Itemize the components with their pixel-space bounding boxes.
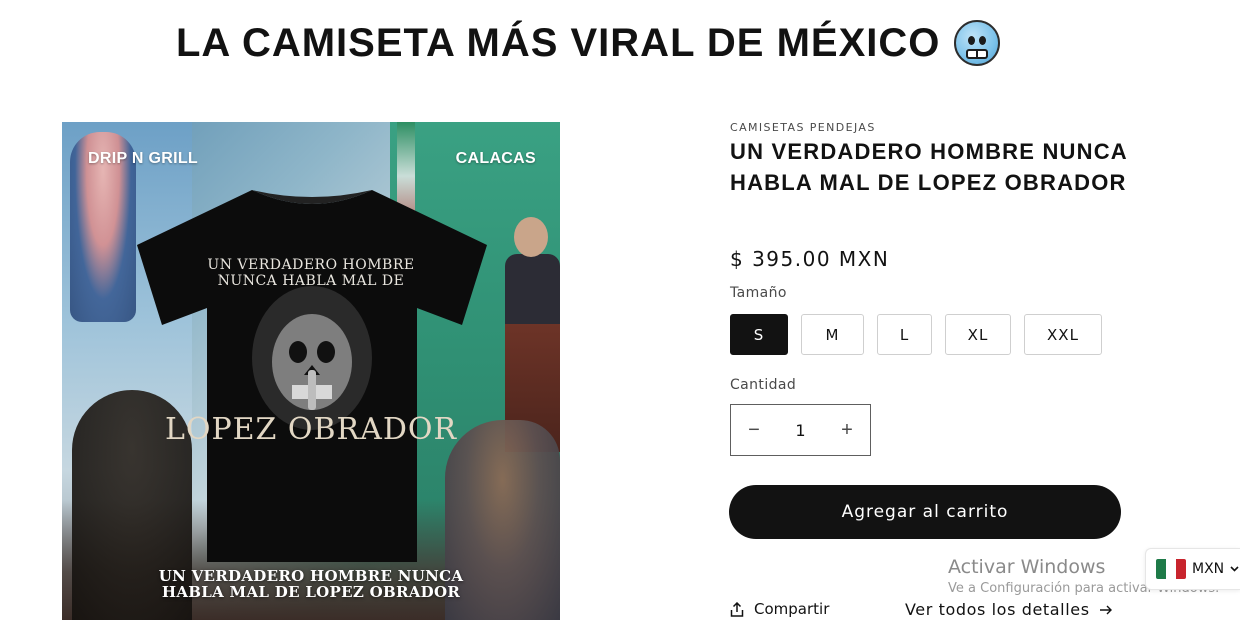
image-caption: UN VERDADERO HOMBRE NUNCA HABLA MAL DE L… (62, 568, 560, 600)
tshirt-text-top: UN VERDADERO HOMBRE NUNCA HABLA MAL DE (62, 257, 560, 289)
banner-title: LA CAMISETA MÁS VIRAL DE MÉXICO (176, 20, 941, 65)
tshirt-graphic (137, 190, 487, 562)
share-icon (730, 601, 744, 617)
quantity-label: Cantidad (730, 377, 797, 393)
quantity-input[interactable]: 1 (777, 421, 824, 440)
size-option-xxl[interactable]: XXL (1024, 314, 1102, 355)
size-option-s[interactable]: S (730, 314, 788, 355)
view-details-label: Ver todos los detalles (905, 600, 1090, 619)
quantity-decrease-button[interactable]: − (731, 405, 777, 455)
product-vendor: CAMISETAS PENDEJAS (730, 121, 876, 134)
product-price: $ 395.00 MXN (730, 247, 890, 271)
product-title: UN VERDADERO HOMBRE NUNCA HABLA MAL DE L… (730, 139, 1128, 195)
product-image[interactable]: DRIP N GRILL CALACAS UN VERDADERO HOMBRE… (62, 122, 560, 620)
mexico-flag-icon (1156, 559, 1186, 579)
share-button[interactable]: Compartir (730, 600, 829, 618)
image-tag-left: DRIP N GRILL (88, 150, 198, 167)
cold-face-emoji-icon (954, 20, 1001, 66)
image-caption-line1: UN VERDADERO HOMBRE NUNCA (158, 567, 464, 585)
size-option-m[interactable]: M (801, 314, 864, 355)
currency-code: MXN (1192, 561, 1225, 577)
image-tag-right: CALACAS (455, 150, 536, 167)
quantity-increase-button[interactable]: + (824, 405, 870, 455)
tshirt-text-big: LOPEZ OBRADOR (164, 412, 458, 447)
add-to-cart-button[interactable]: Agregar al carrito (729, 485, 1121, 539)
size-label: Tamaño (730, 285, 787, 301)
arrow-right-icon (1099, 605, 1112, 614)
quantity-stepper: − 1 + (730, 404, 871, 456)
page-banner: LA CAMISETA MÁS VIRAL DE MÉXICO (176, 18, 1001, 68)
view-details-link[interactable]: Ver todos los detalles (905, 600, 1112, 619)
share-label: Compartir (754, 600, 830, 618)
size-option-l[interactable]: L (877, 314, 932, 355)
image-caption-line2: HABLA MAL DE LOPEZ OBRADOR (161, 583, 461, 601)
image-speaker-head (514, 217, 548, 257)
chevron-down-icon (1230, 566, 1239, 572)
currency-selector[interactable]: MXN (1145, 548, 1240, 590)
size-option-xl[interactable]: XL (945, 314, 1011, 355)
tshirt-text-line2: NUNCA HABLA MAL DE (217, 273, 405, 289)
tshirt-text-line1: UN VERDADERO HOMBRE (207, 257, 415, 273)
windows-activation-title: Activar Windows (948, 556, 1106, 578)
size-selector: S M L XL XXL (730, 314, 1102, 355)
